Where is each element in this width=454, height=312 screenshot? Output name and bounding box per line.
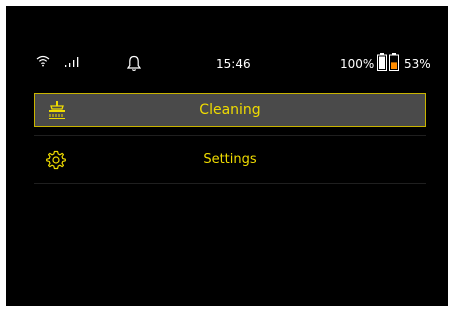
battery-icon xyxy=(377,53,387,71)
status-bar: 15:46 100% 53% xyxy=(6,6,448,71)
battery-icon xyxy=(389,53,399,71)
divider xyxy=(34,183,426,184)
battery1-percent: 100% xyxy=(340,57,375,71)
bell-icon xyxy=(127,55,141,71)
menu-item-label: Settings xyxy=(203,152,257,167)
wifi-icon xyxy=(36,55,50,67)
menu-item-cleaning[interactable]: Cleaning xyxy=(34,93,426,127)
divider xyxy=(34,135,426,136)
battery2-percent: 53% xyxy=(404,57,431,71)
clock-time: 15:46 xyxy=(216,57,251,71)
menu-item-label: Cleaning xyxy=(199,102,261,118)
menu-item-settings[interactable]: Settings xyxy=(34,143,426,177)
signal-icon xyxy=(65,57,79,67)
device-screen: 15:46 100% 53% Cleaning Settings xyxy=(6,6,448,306)
